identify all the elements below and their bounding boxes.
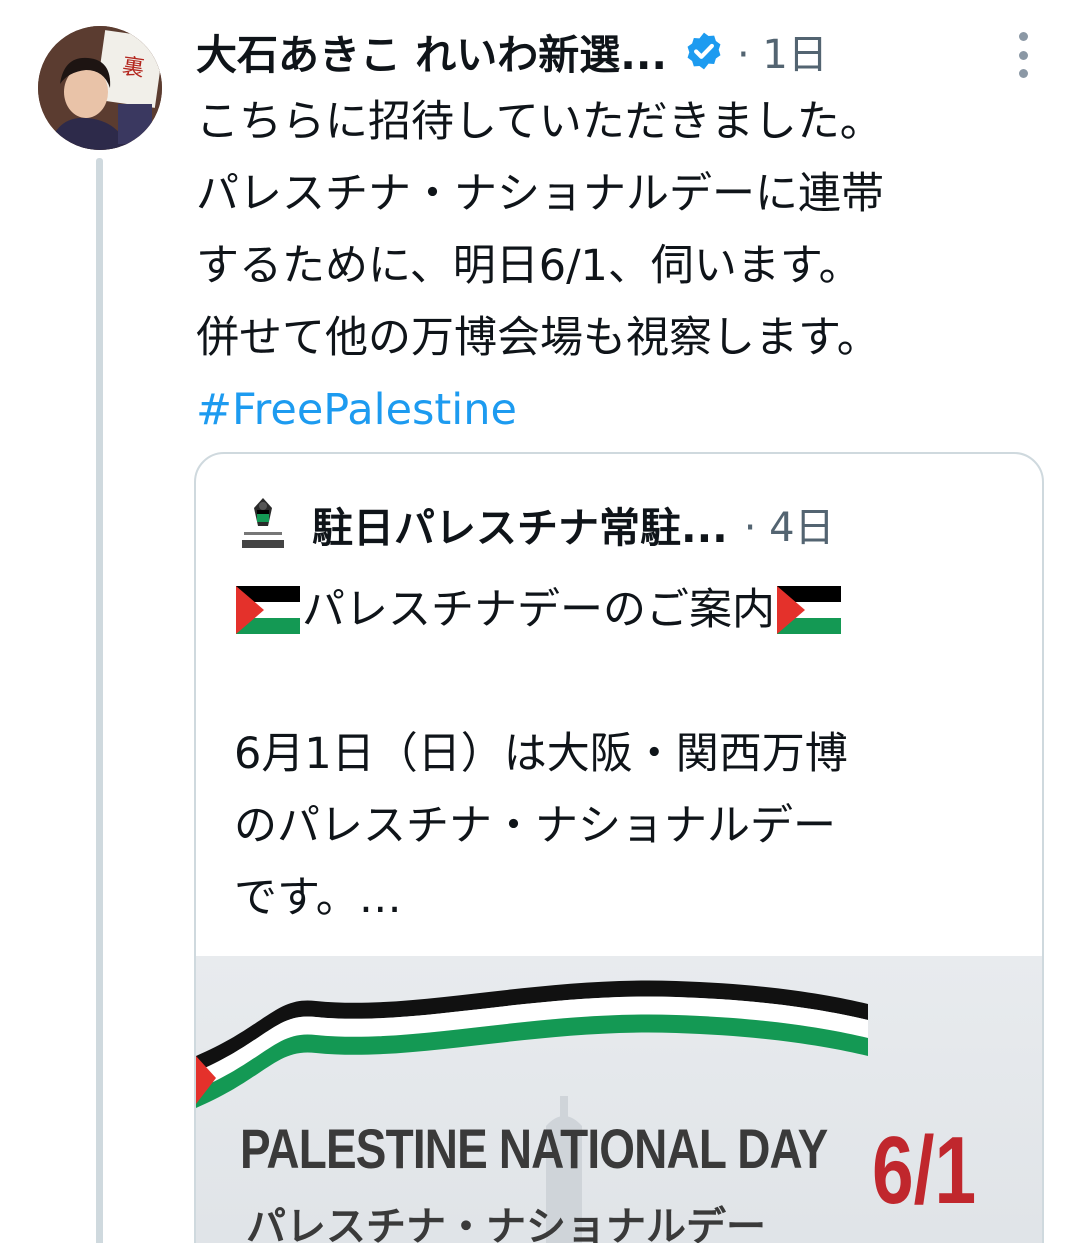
verified-badge-icon [683,30,725,72]
image-date-text: 6/1 [872,1117,977,1224]
tweet-text-line: パレスチナ・ナショナルデーに連帯 [196,169,884,219]
image-title-text: PALESTINE NATIONAL DAY [240,1117,828,1180]
quoted-author-avatar[interactable] [238,492,288,556]
quoted-text-line: 6月1日（日）は大阪・関西万博 [234,729,848,779]
quoted-headline-text: パレスチナデーのご案内 [302,585,775,635]
quoted-text-line: です。… [234,873,402,923]
more-options-icon[interactable] [1016,32,1030,78]
quoted-headline: パレスチナデーのご案内 [234,574,1014,646]
thread-connector-line [96,158,103,1243]
palestine-flag-icon [236,586,300,634]
tweet-detail: 裏 大石あきこ れいわ新選... · 1日 こちらに招待していただきました。 パ… [0,0,1078,1243]
tweet-text-line: するために、明日6/1、伺います。 [196,241,862,291]
tweet-header: 大石あきこ れいわ新選... · 1日 [196,18,1036,84]
quoted-text-line: のパレスチナ・ナショナルデー [234,801,836,851]
quoted-timestamp[interactable]: · 4日 [744,495,835,553]
svg-text:裏: 裏 [121,54,146,82]
quoted-tweet-header: 駐日パレスチナ常駐... · 4日 [238,484,1018,564]
quoted-tweet-card[interactable]: 駐日パレスチナ常駐... · 4日 パレスチナデーのご案内 6月1日（日）は大阪… [194,452,1044,1243]
tweet-text: こちらに招待していただきました。 パレスチナ・ナショナルデーに連帯 するために、… [196,86,1066,446]
hashtag-link[interactable]: #FreePalestine [196,374,1066,446]
image-subtitle-text: パレスチナ・ナショナルデー [246,1204,766,1243]
tweet-text-line: 併せて他の万博会場も視察します。 [196,313,880,363]
tweet-timestamp[interactable]: · 1日 [737,22,828,80]
tweet-text-line: こちらに招待していただきました。 [196,97,883,147]
palestine-flag-icon [777,586,841,634]
author-display-name[interactable]: 大石あきこ れいわ新選... [196,21,667,81]
quoted-author-name[interactable]: 駐日パレスチナ常駐... [312,494,728,554]
quoted-tweet-text: パレスチナデーのご案内 6月1日（日）は大阪・関西万博 のパレスチナ・ナショナル… [234,574,1014,934]
quoted-tweet-image[interactable]: PALESTINE NATIONAL DAY パレスチナ・ナショナルデー 6/1 [196,956,1042,1243]
author-avatar[interactable]: 裏 [38,26,162,150]
